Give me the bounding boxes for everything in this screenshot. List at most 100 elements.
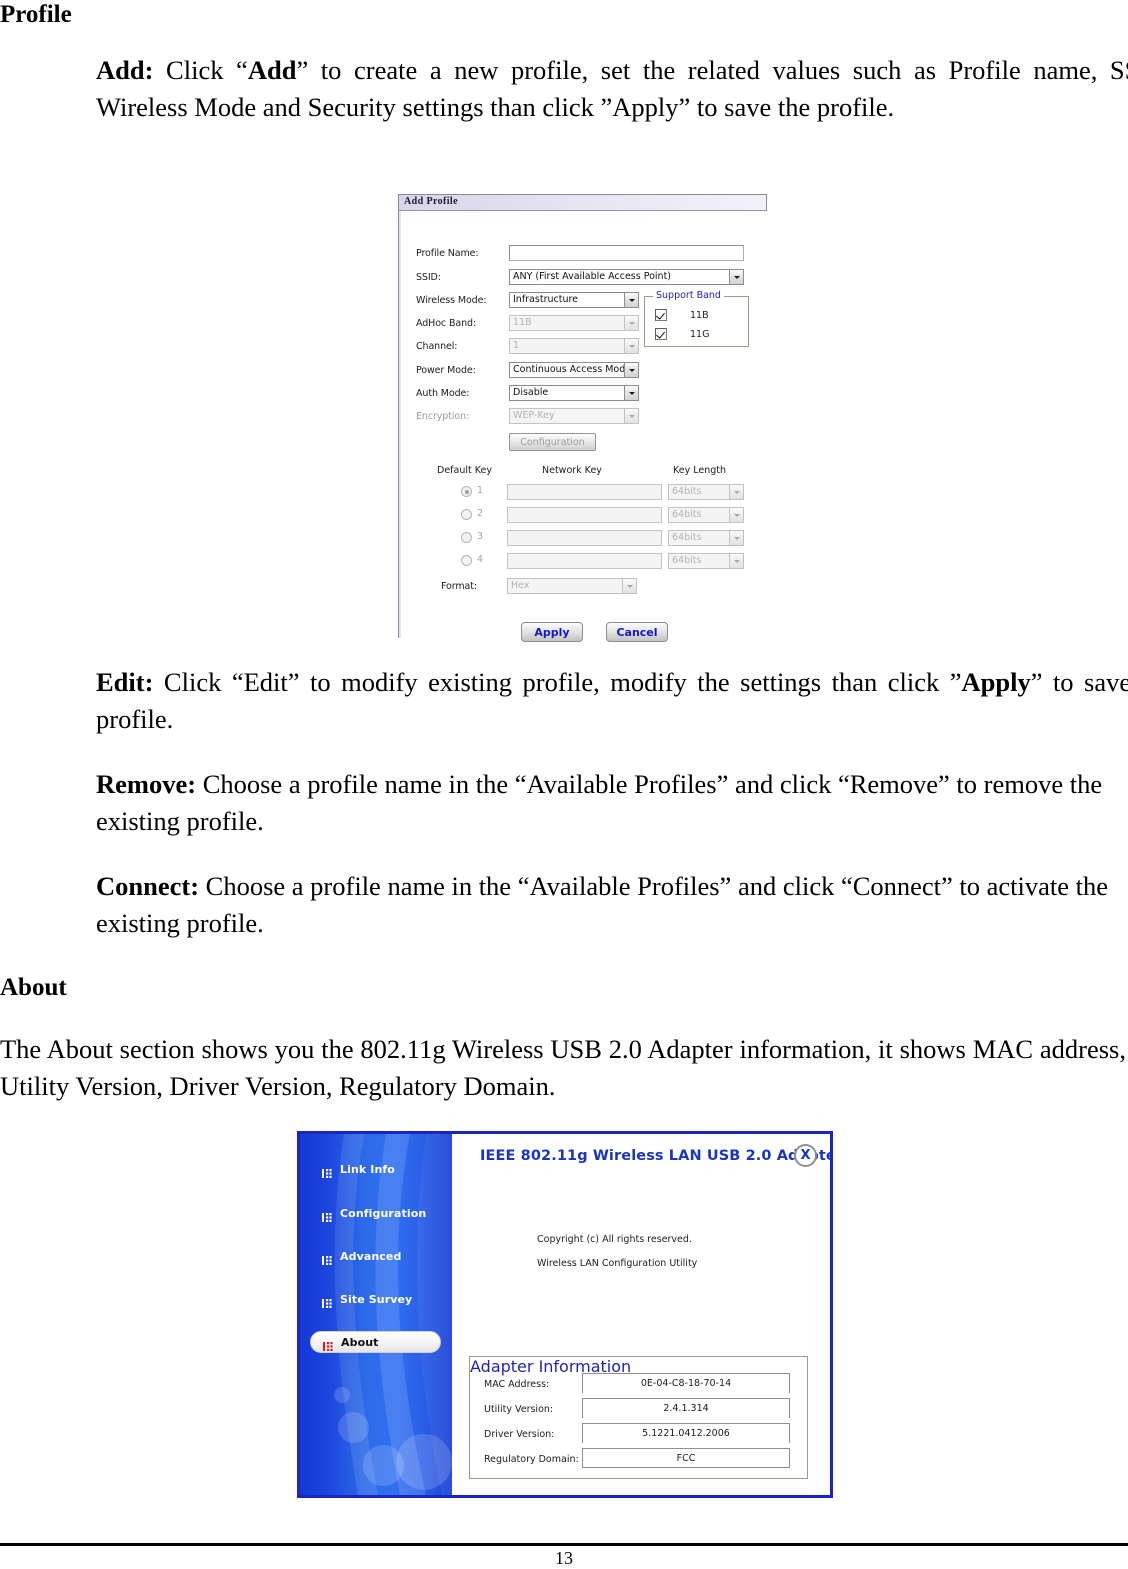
- paragraph-remove-text: Choose a profile name in the “Available …: [96, 769, 1103, 836]
- add-profile-dialog: Add Profile Profile Name: SSID: ANY (Fir…: [398, 194, 768, 642]
- paragraph-connect: Connect: Choose a profile name in the “A…: [96, 868, 1128, 942]
- support-band-11b-checkbox[interactable]: [655, 309, 667, 321]
- paragraph-add-bold-add: Add: [247, 55, 297, 85]
- channel-select-value: 1: [509, 338, 624, 354]
- key-length-select-4[interactable]: 64bits: [668, 553, 744, 569]
- decorative-circle-1: [334, 1387, 350, 1403]
- sidebar-item-advanced[interactable]: Advanced: [310, 1245, 441, 1267]
- wireless-mode-select[interactable]: Infrastructure: [509, 292, 639, 308]
- sidebar-item-link-info[interactable]: Link Info: [310, 1158, 441, 1180]
- add-profile-title: Add Profile: [404, 196, 458, 207]
- bullet-icon: [322, 1208, 333, 1222]
- paragraph-edit-label: Edit:: [96, 667, 154, 697]
- sidebar-item-site-survey-label: Site Survey: [340, 1292, 413, 1306]
- network-key-input-4[interactable]: [507, 553, 662, 569]
- default-key-index-3: 3: [477, 531, 484, 542]
- format-label: Format:: [441, 581, 477, 592]
- add-profile-body: Profile Name: SSID: ANY (First Available…: [399, 211, 768, 642]
- ssid-select[interactable]: ANY (First Available Access Point): [509, 269, 744, 285]
- key-length-select-4-value: 64bits: [668, 553, 729, 569]
- paragraph-add-label: Add:: [96, 55, 154, 85]
- cancel-button[interactable]: Cancel: [606, 622, 668, 642]
- page-title-profile: Profile: [0, 1, 72, 28]
- ssid-label: SSID:: [416, 272, 441, 283]
- adapter-information-group: Adapter Information MAC Address: 0E-04-C…: [469, 1356, 808, 1479]
- paragraph-about: The About section shows you the 802.11g …: [0, 1034, 1126, 1101]
- page-title-about: About: [0, 974, 67, 1001]
- mac-address-label: MAC Address:: [484, 1379, 550, 1390]
- copyright-line-1: Copyright (c) All rights reserved.: [537, 1234, 692, 1245]
- sidebar-item-configuration[interactable]: Configuration: [310, 1202, 441, 1224]
- network-key-input-3[interactable]: [507, 530, 662, 546]
- driver-version-label: Driver Version:: [484, 1429, 555, 1440]
- about-sidebar: Link Info Configuration Advanced Site Su…: [300, 1134, 452, 1495]
- support-band-11g-checkbox[interactable]: [655, 328, 667, 340]
- channel-select[interactable]: 1: [509, 338, 639, 354]
- chevron-down-icon[interactable]: [729, 269, 744, 285]
- configuration-button[interactable]: Configuration: [509, 433, 596, 451]
- chevron-down-icon[interactable]: [624, 385, 639, 401]
- mac-address-value: 0E-04-C8-18-70-14: [582, 1373, 790, 1393]
- support-band-11g-label: 11G: [690, 329, 710, 340]
- regulatory-domain-value: FCC: [582, 1448, 790, 1468]
- about-window: Link Info Configuration Advanced Site Su…: [297, 1131, 833, 1498]
- chevron-down-icon[interactable]: [729, 530, 744, 546]
- bullet-icon: [322, 1164, 333, 1178]
- network-key-input-1[interactable]: [507, 484, 662, 500]
- default-key-index-1: 1: [477, 485, 484, 496]
- key-length-select-3-value: 64bits: [668, 530, 729, 546]
- sidebar-item-about[interactable]: About: [310, 1331, 441, 1353]
- support-band-group: Support Band 11B 11G: [644, 290, 749, 347]
- auth-mode-select[interactable]: Disable: [509, 385, 639, 401]
- utility-version-label: Utility Version:: [484, 1404, 554, 1415]
- encryption-select[interactable]: WEP-Key: [509, 408, 639, 424]
- chevron-down-icon[interactable]: [624, 338, 639, 354]
- chevron-down-icon[interactable]: [624, 315, 639, 331]
- sidebar-item-advanced-label: Advanced: [340, 1249, 402, 1263]
- adhoc-band-select[interactable]: 11B: [509, 315, 639, 331]
- paragraph-remove: Remove: Choose a profile name in the “Av…: [96, 766, 1128, 840]
- key-length-select-1-value: 64bits: [668, 484, 729, 500]
- default-key-radio-4[interactable]: [461, 555, 472, 566]
- chevron-down-icon[interactable]: [729, 484, 744, 500]
- key-length-select-3[interactable]: 64bits: [668, 530, 744, 546]
- format-select-value: Hex: [507, 578, 622, 594]
- default-key-radio-1[interactable]: [461, 486, 472, 497]
- paragraph-edit-text-1: Click “Edit” to modify existing profile,…: [153, 667, 962, 697]
- default-key-radio-2[interactable]: [461, 509, 472, 520]
- paragraph-add: Add: Click “Add” to create a new profile…: [96, 52, 1128, 126]
- auth-mode-select-value: Disable: [509, 385, 624, 401]
- decorative-circle-2: [338, 1412, 369, 1443]
- network-key-input-2[interactable]: [507, 507, 662, 523]
- paragraph-edit: Edit: Click “Edit” to modify existing pr…: [96, 664, 1128, 738]
- power-mode-select-value: Continuous Access Mode: [509, 362, 624, 378]
- chevron-down-icon[interactable]: [622, 578, 637, 594]
- sidebar-item-link-info-label: Link Info: [340, 1162, 395, 1176]
- default-key-index-4: 4: [477, 554, 484, 565]
- about-adapter-title: IEEE 802.11g Wireless LAN USB 2.0 Adapte…: [480, 1148, 833, 1164]
- key-length-select-2-value: 64bits: [668, 507, 729, 523]
- sidebar-item-configuration-label: Configuration: [340, 1206, 427, 1220]
- chevron-down-icon[interactable]: [624, 292, 639, 308]
- chevron-down-icon[interactable]: [624, 408, 639, 424]
- auth-mode-label: Auth Mode:: [416, 388, 470, 399]
- close-icon[interactable]: X: [794, 1144, 817, 1167]
- profile-name-input[interactable]: [509, 245, 744, 261]
- support-band-11b-label: 11B: [690, 310, 709, 321]
- sidebar-item-about-label: About: [341, 1335, 379, 1349]
- bullet-icon: [323, 1337, 334, 1351]
- power-mode-select[interactable]: Continuous Access Mode: [509, 362, 639, 378]
- chevron-down-icon[interactable]: [729, 507, 744, 523]
- wireless-mode-select-value: Infrastructure: [509, 292, 624, 308]
- key-length-select-2[interactable]: 64bits: [668, 507, 744, 523]
- chevron-down-icon[interactable]: [624, 362, 639, 378]
- adhoc-band-label: AdHoc Band:: [416, 318, 477, 329]
- key-length-select-1[interactable]: 64bits: [668, 484, 744, 500]
- apply-button[interactable]: Apply: [521, 622, 583, 642]
- default-key-radio-3[interactable]: [461, 532, 472, 543]
- chevron-down-icon[interactable]: [729, 553, 744, 569]
- format-select[interactable]: Hex: [507, 578, 637, 594]
- channel-label: Channel:: [416, 341, 458, 352]
- decorative-circle-4: [396, 1434, 452, 1490]
- sidebar-item-site-survey[interactable]: Site Survey: [310, 1288, 441, 1310]
